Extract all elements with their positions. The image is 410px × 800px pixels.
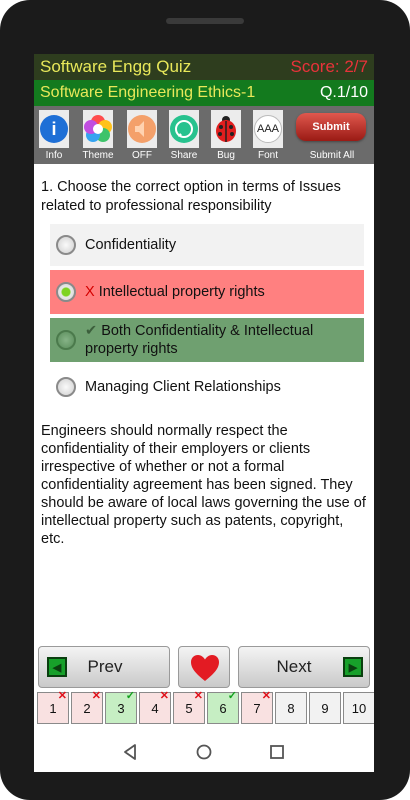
option-2-radio-selected[interactable] — [56, 282, 76, 302]
share-icon — [170, 115, 198, 143]
pager-item-1[interactable]: 1 ✕ — [37, 690, 69, 724]
option-3[interactable]: ✔ Both Confidentiality & Intellectual pr… — [50, 318, 364, 362]
app-header: Software Engg Quiz Score: 2/7 — [34, 54, 374, 80]
info-label: Info — [45, 150, 63, 161]
phone-frame: Software Engg Quiz Score: 2/7 Software E… — [0, 0, 410, 800]
pager-item-7[interactable]: 7 ✕ — [241, 690, 273, 724]
speaker-grille — [166, 18, 244, 24]
correct-mark-icon: ✓ — [125, 690, 135, 702]
option-2[interactable]: X Intellectual property rights — [50, 270, 364, 314]
option-4[interactable]: Managing Client Relationships — [50, 366, 364, 408]
pager-item-8[interactable]: 8 — [275, 692, 307, 724]
pager-item-2[interactable]: 2 ✕ — [71, 690, 103, 724]
wrong-mark-icon: ✕ — [159, 690, 169, 702]
quiz-title: Software Engineering Ethics-1 — [40, 84, 256, 101]
share-label: Share — [170, 150, 198, 161]
share-button[interactable]: Share — [167, 108, 201, 162]
pager-item-3[interactable]: 3 ✓ — [105, 690, 137, 724]
font-size-icon: AAA — [254, 115, 282, 143]
wrong-mark-icon: ✕ — [261, 690, 271, 702]
submit-button[interactable]: Submit — [296, 113, 366, 141]
option-2-label: Intellectual property rights — [98, 284, 265, 300]
bug-label: Bug — [217, 150, 235, 161]
sound-label: OFF — [132, 150, 152, 161]
home-icon[interactable] — [196, 744, 212, 760]
pager-item-5[interactable]: 5 ✕ — [173, 690, 205, 724]
app-screen: Software Engg Quiz Score: 2/7 Software E… — [34, 54, 374, 772]
option-1-radio[interactable] — [56, 235, 76, 255]
sound-toggle[interactable]: OFF — [125, 108, 159, 162]
explanation-text: Engineers should normally respect the co… — [41, 423, 366, 547]
option-1-label: Confidentiality — [85, 237, 177, 253]
question-text: 1. Choose the correct option in terms of… — [41, 179, 341, 214]
quiz-subheader: Software Engineering Ethics-1 Q.1/10 — [34, 80, 374, 106]
pager-item-10[interactable]: 10 — [343, 692, 374, 724]
submit-all-group: Submit Submit All — [293, 108, 371, 162]
correct-mark-icon: ✓ — [227, 690, 237, 702]
wrong-mark-icon: ✕ — [193, 690, 203, 702]
prev-label: Prev — [87, 657, 123, 676]
option-2-wrong-mark: X — [85, 284, 95, 300]
speaker-icon — [128, 115, 156, 143]
theme-label: Theme — [82, 150, 114, 161]
option-4-radio[interactable] — [56, 377, 76, 397]
option-3-radio[interactable] — [56, 330, 76, 350]
prev-button[interactable]: ◀ Prev — [38, 646, 170, 688]
question-pager: 1 ✕ 2 ✕ 3 ✓ 4 ✕ 5 ✕ 6 ✓ 7 ✕ 8 9 10 — [37, 690, 374, 726]
ladybug-icon — [216, 116, 236, 142]
favorite-button[interactable] — [178, 646, 230, 688]
app-title: Software Engg Quiz — [40, 57, 192, 76]
option-1[interactable]: Confidentiality — [50, 224, 364, 266]
wrong-mark-icon: ✕ — [91, 690, 101, 702]
question-counter: Q.1/10 — [319, 84, 368, 101]
next-label: Next — [276, 657, 312, 676]
wrong-mark-icon: ✕ — [57, 690, 67, 702]
heart-icon — [191, 655, 219, 681]
info-button[interactable]: i Info — [37, 108, 71, 162]
toolbar: i Info Theme OFF Share Bug AAA Font Subm… — [34, 106, 374, 164]
system-navigation-bar — [34, 732, 374, 772]
pager-item-9[interactable]: 9 — [309, 692, 341, 724]
font-label: Font — [257, 150, 278, 161]
pager-item-4[interactable]: 4 ✕ — [139, 690, 171, 724]
back-icon[interactable] — [123, 744, 137, 760]
bug-report-button[interactable]: Bug — [209, 108, 243, 162]
info-icon: i — [40, 115, 68, 143]
pager-item-6[interactable]: 6 ✓ — [207, 690, 239, 724]
theme-icon — [84, 115, 112, 142]
submit-all-label: Submit All — [309, 150, 355, 161]
recents-icon[interactable] — [270, 745, 284, 759]
option-3-label: Both Confidentiality & Intellectual prop… — [85, 323, 314, 357]
option-4-label: Managing Client Relationships — [85, 379, 281, 395]
next-button[interactable]: Next ▶ — [238, 646, 370, 688]
font-button[interactable]: AAA Font — [251, 108, 285, 162]
theme-button[interactable]: Theme — [81, 108, 115, 162]
score-label: Score: 2/7 — [290, 57, 369, 76]
option-3-correct-mark: ✔ — [85, 323, 98, 339]
next-arrow-icon: ▶ — [343, 657, 363, 677]
